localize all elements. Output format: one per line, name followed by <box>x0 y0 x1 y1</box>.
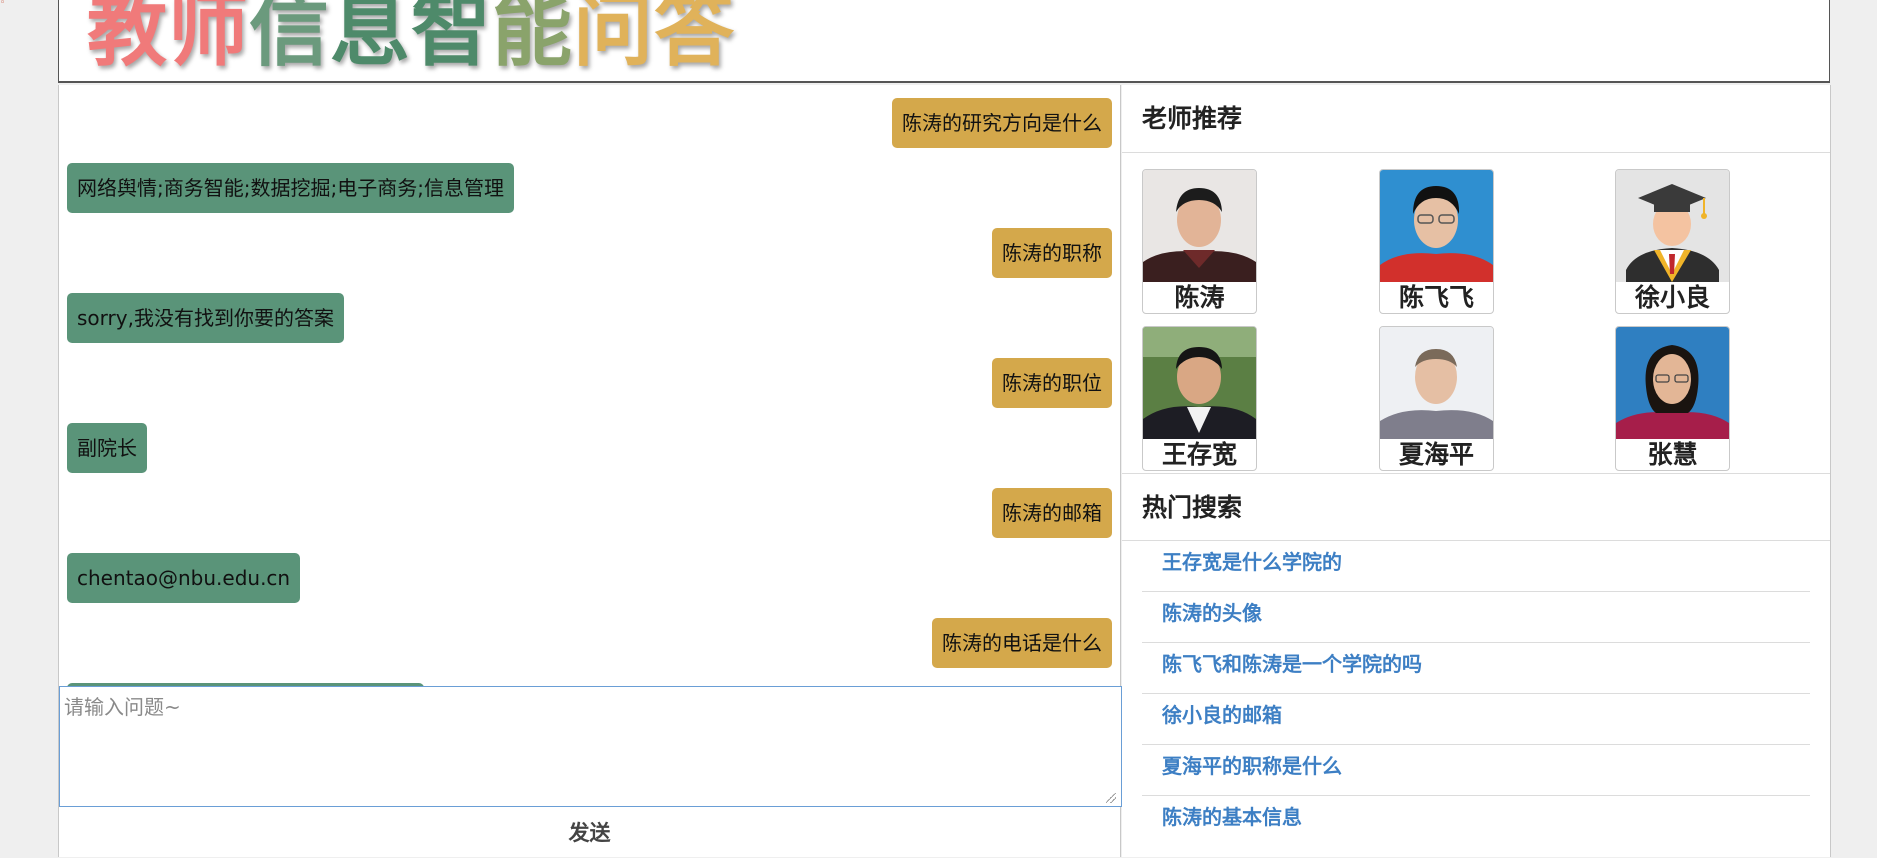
logo-char: 师 <box>168 0 248 77</box>
logo-char: 息 <box>330 0 410 77</box>
graduate-avatar-icon <box>1616 170 1729 282</box>
bot-message: 网络舆情;商务智能;数据挖掘;电子商务;信息管理 <box>67 163 514 213</box>
logo-char: 问 <box>573 0 653 77</box>
teacher-photo <box>1143 327 1256 439</box>
hot-search-link[interactable]: 陈涛的头像 <box>1142 592 1810 643</box>
chat-panel: 陈涛的研究方向是什么 网络舆情;商务智能;数据挖掘;电子商务;信息管理 陈涛的职… <box>58 85 1122 857</box>
hot-search-title: 热门搜索 <box>1122 473 1830 541</box>
teacher-photo <box>1380 170 1493 282</box>
teacher-card-wang-cunkuan[interactable]: 王存宽 <box>1142 326 1257 471</box>
hot-search-link[interactable]: 陈涛的基本信息 <box>1142 796 1810 847</box>
teacher-name: 王存宽 <box>1161 440 1237 469</box>
recommend-title: 老师推荐 <box>1122 85 1830 153</box>
user-message: 陈涛的研究方向是什么 <box>892 98 1112 148</box>
teacher-photo <box>1616 327 1729 439</box>
logo-char: 信 <box>249 0 329 77</box>
header: 教 师 信 息 智 能 问 答 <box>58 0 1830 83</box>
teacher-photo <box>1380 327 1493 439</box>
bot-message: chentao@nbu.edu.cn <box>67 553 301 603</box>
teacher-card-zhang-hui[interactable]: 张慧 <box>1615 326 1730 471</box>
teacher-name: 陈飞飞 <box>1398 283 1474 312</box>
app-logo: 教 师 信 息 智 能 问 答 <box>87 0 734 77</box>
user-message: 陈涛的职位 <box>992 358 1112 408</box>
hot-search-link[interactable]: 王存宽是什么学院的 <box>1142 541 1810 592</box>
send-button[interactable]: 发送 <box>59 807 1120 857</box>
bot-message: sorry,我没有找到你要的答案 <box>67 293 344 343</box>
teacher-name: 张慧 <box>1647 440 1698 469</box>
logo-char: 教 <box>87 0 167 77</box>
hot-search-link[interactable]: 夏海平的职称是什么 <box>1142 745 1810 796</box>
teacher-name: 陈涛 <box>1174 283 1225 312</box>
corner-mark: ◦ <box>0 0 6 6</box>
logo-char: 智 <box>411 0 491 77</box>
hot-search-link[interactable]: 徐小良的邮箱 <box>1142 694 1810 745</box>
user-message: 陈涛的职称 <box>992 228 1112 278</box>
teacher-card-xu-xiaoliang[interactable]: 徐小良 <box>1615 169 1730 314</box>
teacher-name: 徐小良 <box>1634 283 1710 312</box>
user-message: 陈涛的电话是什么 <box>932 618 1112 668</box>
teacher-card-xia-haiping[interactable]: 夏海平 <box>1379 326 1494 471</box>
logo-char: 答 <box>654 0 734 77</box>
user-message: 陈涛的邮箱 <box>992 488 1112 538</box>
teacher-card-chen-feifei[interactable]: 陈飞飞 <box>1379 169 1494 314</box>
teacher-photo <box>1143 170 1256 282</box>
logo-char: 能 <box>492 0 572 77</box>
chat-history[interactable]: 陈涛的研究方向是什么 网络舆情;商务智能;数据挖掘;电子商务;信息管理 陈涛的职… <box>59 85 1120 686</box>
bot-message: 副院长 <box>67 423 147 473</box>
teacher-card-chen-tao[interactable]: 陈涛 <box>1142 169 1257 314</box>
resize-grip-icon[interactable] <box>1106 793 1116 803</box>
teacher-name: 夏海平 <box>1398 440 1474 469</box>
sidebar: 老师推荐 陈涛 陈飞飞 徐小良 王存宽 夏海平 张慧 热门搜索 王存宽是什么学院… <box>1122 85 1831 857</box>
question-input[interactable] <box>59 686 1122 807</box>
hot-search-link[interactable]: 陈飞飞和陈涛是一个学院的吗 <box>1142 643 1810 694</box>
